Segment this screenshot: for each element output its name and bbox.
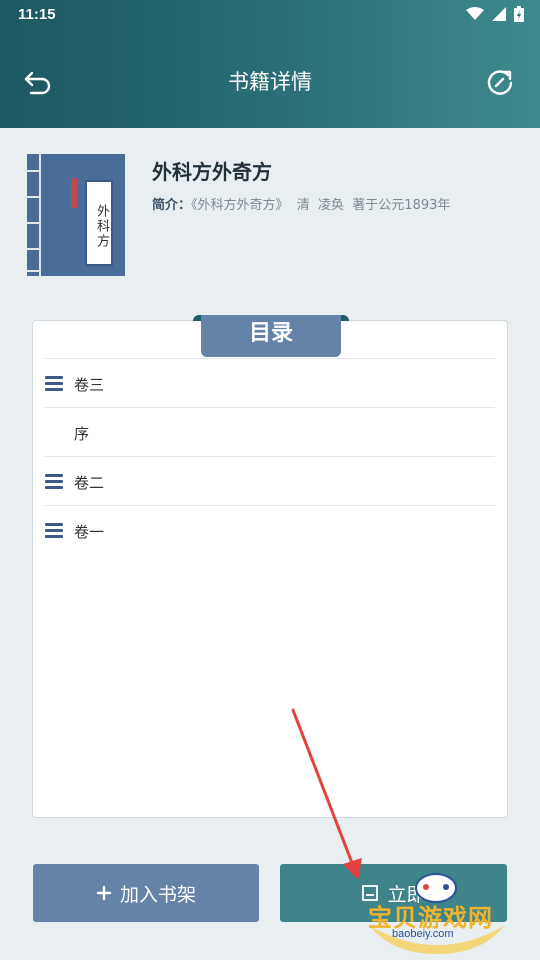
menu-icon (45, 376, 63, 392)
book-info: 外科方 外科方外奇方 简介：《外科方外奇方》 清 凌奂 著于公元1893年 (0, 128, 540, 303)
toc-item-label: 卷二 (74, 474, 105, 492)
refresh-icon[interactable] (484, 66, 516, 98)
header: 11:15 书籍详情 (0, 0, 540, 128)
toc-item-volume-3[interactable]: 卷三 (45, 358, 495, 407)
plus-icon (96, 885, 112, 901)
page-title: 书籍详情 (228, 70, 312, 94)
toc-item-volume-2[interactable]: 卷二 (45, 456, 495, 505)
toc-title: 目录 (193, 315, 349, 357)
description-label: 简介： (152, 198, 192, 213)
cover-binding (27, 154, 41, 276)
status-icons (466, 6, 524, 22)
watermark-logo: 宝贝游戏网 baobeiy.com (362, 868, 512, 954)
watermark-url: baobeiy.com (392, 928, 454, 940)
cover-red-strip (71, 178, 77, 208)
book-title: 外科方外奇方 (152, 160, 272, 184)
toc-item-volume-1[interactable]: 卷一 (45, 505, 495, 554)
add-to-bookshelf-label: 加入书架 (119, 883, 196, 906)
table-of-contents: 目录 卷三 序 卷二 卷一 (32, 315, 508, 818)
toc-item-label: 卷三 (74, 376, 105, 394)
battery-icon (514, 6, 524, 22)
book-cover[interactable]: 外科方 (27, 154, 125, 276)
add-to-bookshelf-button[interactable]: 加入书架 (33, 864, 259, 922)
book-description: 简介：《外科方外奇方》 清 凌奂 著于公元1893年 (152, 194, 450, 213)
toc-item-preface[interactable]: 序 (45, 407, 495, 456)
toc-item-label: 序 (74, 425, 90, 443)
toc-list: 卷三 序 卷二 卷一 (45, 358, 495, 554)
cover-label: 外科方 (85, 180, 113, 266)
signal-icon (492, 7, 506, 21)
toc-item-label: 卷一 (74, 523, 105, 541)
nav-bar: 书籍详情 (0, 50, 540, 110)
menu-icon (45, 474, 63, 490)
wifi-icon (466, 7, 484, 20)
description-text: 《外科方外奇方》 清 凌奂 著于公元1893年 (191, 198, 451, 213)
status-time: 11:15 (18, 6, 56, 23)
menu-icon (45, 523, 63, 539)
status-bar: 11:15 (0, 0, 540, 32)
